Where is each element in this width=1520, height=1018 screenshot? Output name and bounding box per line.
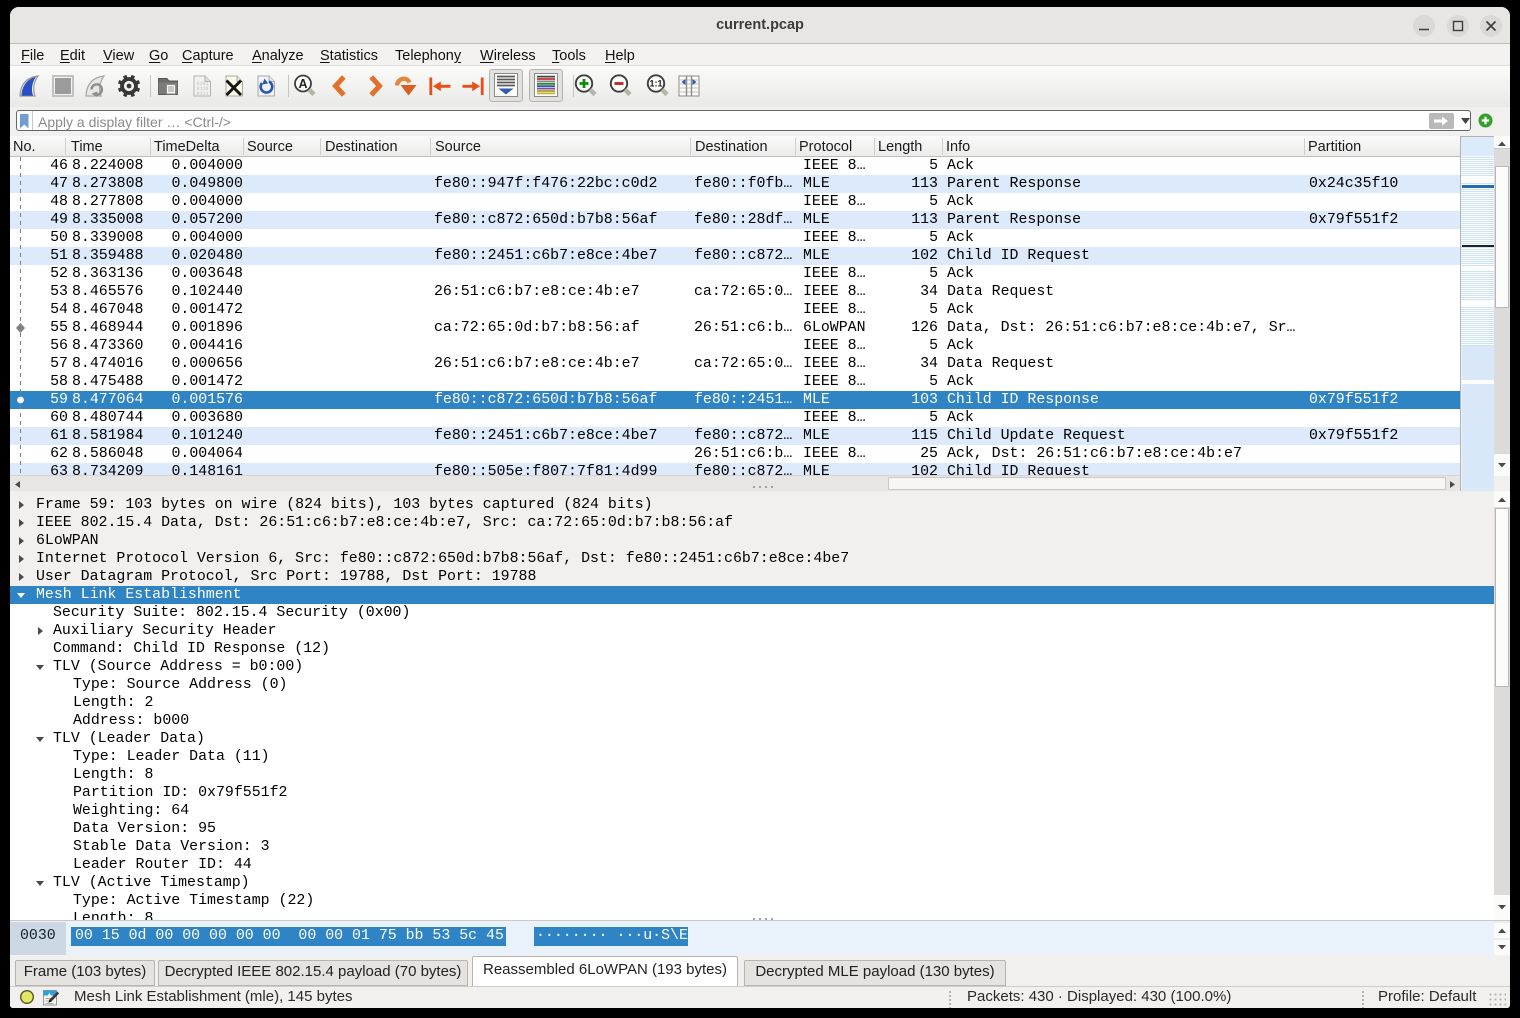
svg-text:1:1: 1:1 xyxy=(649,79,662,89)
svg-text:0111: 0111 xyxy=(197,91,209,97)
svg-text:A: A xyxy=(298,77,307,91)
